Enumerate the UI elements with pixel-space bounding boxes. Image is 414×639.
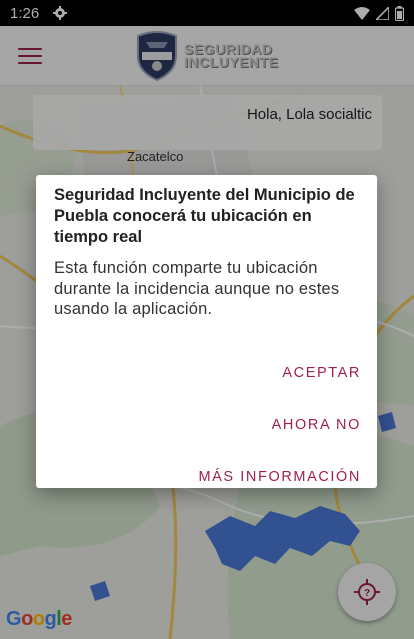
not-now-button[interactable]: AHORA NO	[272, 399, 361, 451]
dialog-message: Esta función comparte tu ubicación duran…	[54, 259, 340, 318]
dialog-title: Seguridad Incluyente del Municipio de Pu…	[54, 186, 355, 246]
location-permission-dialog: Seguridad Incluyente del Municipio de Pu…	[36, 175, 377, 488]
more-info-button[interactable]: MÁS INFORMACIÓN	[198, 451, 361, 503]
accept-button[interactable]: ACEPTAR	[282, 347, 361, 399]
dialog-actions: ACEPTAR AHORA NO MÁS INFORMACIÓN	[198, 347, 361, 503]
